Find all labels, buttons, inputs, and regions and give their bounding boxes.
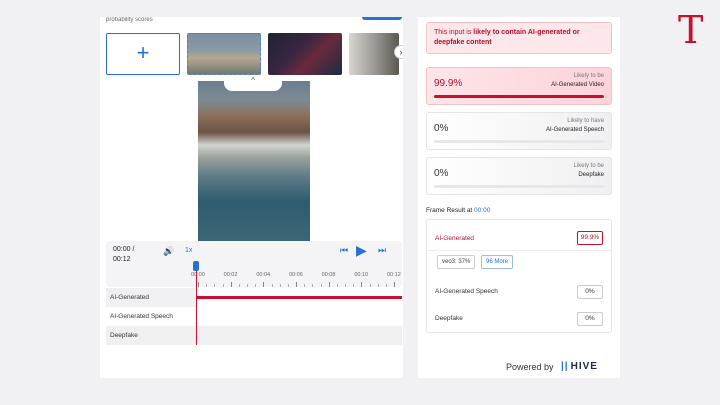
media-panel: probability scores + › ^ 00:00 / 00:12 🔊…: [100, 17, 403, 378]
frame-ai-value: 99.9%: [577, 231, 603, 245]
frame-speech-value: 0%: [577, 285, 603, 299]
minor-tick-mark: [304, 284, 306, 287]
frame-result-title: Frame Result at 00:00: [426, 207, 491, 214]
minor-tick-mark: [287, 284, 289, 287]
minor-tick-mark: [385, 284, 387, 287]
hive-mark-icon: ||: [561, 361, 569, 372]
score-value: 0%: [434, 168, 449, 179]
tick-label: 00:08: [321, 272, 336, 278]
media-thumbnail[interactable]: [349, 33, 399, 75]
minor-tick-mark: [312, 284, 314, 287]
track-bar: [196, 296, 402, 299]
tick-label: 00:12: [387, 272, 401, 278]
powered-by-label: Powered by: [506, 362, 554, 372]
timeline-track: AI-Generated Speech: [106, 307, 402, 326]
score-caption: Likely to have AI-Generated Speech: [545, 118, 604, 133]
minor-tick-mark: [247, 284, 248, 287]
tick-mark: [230, 282, 232, 287]
minor-tick-mark: [279, 284, 281, 287]
tick-mark: [394, 282, 395, 287]
minor-tick-mark: [255, 284, 257, 287]
score-card-ai-speech: 0% Likely to have AI-Generated Speech: [426, 112, 612, 150]
timeline-track: AI-Generated: [106, 288, 402, 307]
collapse-video-tab[interactable]: ^: [224, 75, 282, 91]
tick-mark: [198, 282, 199, 287]
frame-speech-label: AI-Generated Speech: [435, 288, 498, 295]
previous-frame-icon[interactable]: ⏮: [340, 245, 348, 256]
score-bar: [434, 95, 604, 98]
tick-label: 00:06: [289, 272, 303, 278]
tick-mark: [361, 282, 363, 287]
detection-alert: This input is likely to contain AI-gener…: [426, 22, 612, 54]
tick-mark: [263, 282, 265, 287]
score-bar-track: [434, 185, 604, 188]
add-media-button[interactable]: +: [106, 33, 180, 75]
more-models-chip[interactable]: 96 More: [481, 255, 514, 269]
track-area[interactable]: [196, 326, 402, 345]
track-label: Deepfake: [110, 332, 138, 339]
results-panel: This input is likely to contain AI-gener…: [418, 17, 620, 378]
media-thumbnail-selected[interactable]: [187, 33, 261, 75]
model-chip[interactable]: veo3: 37%: [437, 255, 476, 269]
minor-tick-mark: [345, 284, 346, 287]
thumbnail-next-button[interactable]: ›: [394, 45, 403, 59]
timeline-track: Deepfake: [106, 326, 402, 345]
minor-tick-mark: [336, 284, 338, 287]
score-card-deepfake: 0% Likely to be Deepfake: [426, 157, 612, 195]
play-icon[interactable]: ▶: [356, 242, 367, 259]
tick-mark: [296, 282, 297, 287]
track-area[interactable]: [196, 307, 402, 326]
frame-deepfake-value: 0%: [577, 312, 603, 326]
playhead-line: [196, 269, 197, 345]
tick-mark: [328, 282, 330, 287]
score-value: 0%: [434, 123, 449, 134]
corner-logo: T: [678, 8, 704, 52]
timeline-ruler[interactable]: 00:00 00:02 00:04 00:06 00:08 00:10 00:12: [191, 271, 401, 287]
hive-logo: || HIVE: [561, 361, 598, 372]
minor-tick-mark: [222, 284, 224, 287]
media-thumbnail[interactable]: [268, 33, 342, 75]
score-caption: Likely to be AI-Generated Video: [551, 73, 604, 88]
track-area[interactable]: [196, 288, 402, 307]
minor-tick-mark: [369, 284, 371, 287]
alert-prefix: This input is: [434, 29, 474, 36]
tick-label: 00:10: [354, 272, 369, 278]
time-display: 00:00 / 00:12: [113, 246, 135, 263]
tick-label: 00:00: [191, 272, 205, 278]
minor-tick-mark: [206, 284, 208, 287]
score-bar-track: [434, 95, 604, 98]
minor-tick-mark: [271, 284, 273, 287]
score-card-ai-video: 99.9% Likely to be AI-Generated Video: [426, 67, 612, 105]
top-action-pill[interactable]: [362, 17, 402, 20]
frame-ai-label: AI-Generated: [435, 235, 475, 242]
track-label: AI-Generated Speech: [110, 313, 173, 320]
minor-tick-mark: [214, 284, 216, 287]
playhead-handle[interactable]: [193, 261, 199, 271]
frame-result-box: AI-Generated 99.9% veo3: 37% 96 More AI-…: [426, 219, 612, 333]
divider: [427, 250, 611, 251]
probability-caption: probability scores: [106, 17, 153, 23]
detection-app: probability scores + › ^ 00:00 / 00:12 🔊…: [100, 17, 620, 378]
tick-label: 00:04: [256, 272, 271, 278]
volume-icon[interactable]: 🔊: [163, 246, 174, 257]
minor-tick-mark: [377, 284, 379, 287]
frame-time-link[interactable]: 00:00: [474, 207, 490, 214]
video-preview[interactable]: [198, 81, 310, 241]
score-bar-track: [434, 140, 604, 143]
playback-controls: 00:00 / 00:12 🔊 1x ⏮ ▶ ⏭ 00:00 00:02 00:04…: [106, 241, 402, 287]
score-caption: Likely to be Deepfake: [573, 163, 604, 178]
tick-label: 00:02: [223, 272, 238, 278]
score-value: 99.9%: [434, 78, 463, 89]
speed-button[interactable]: 1x: [185, 247, 192, 254]
next-frame-icon[interactable]: ⏭: [378, 245, 386, 256]
frame-deepfake-label: Deepfake: [435, 315, 463, 322]
minor-tick-mark: [238, 284, 240, 287]
track-label: AI-Generated: [110, 294, 150, 301]
minor-tick-mark: [353, 284, 355, 287]
minor-tick-mark: [320, 284, 322, 287]
